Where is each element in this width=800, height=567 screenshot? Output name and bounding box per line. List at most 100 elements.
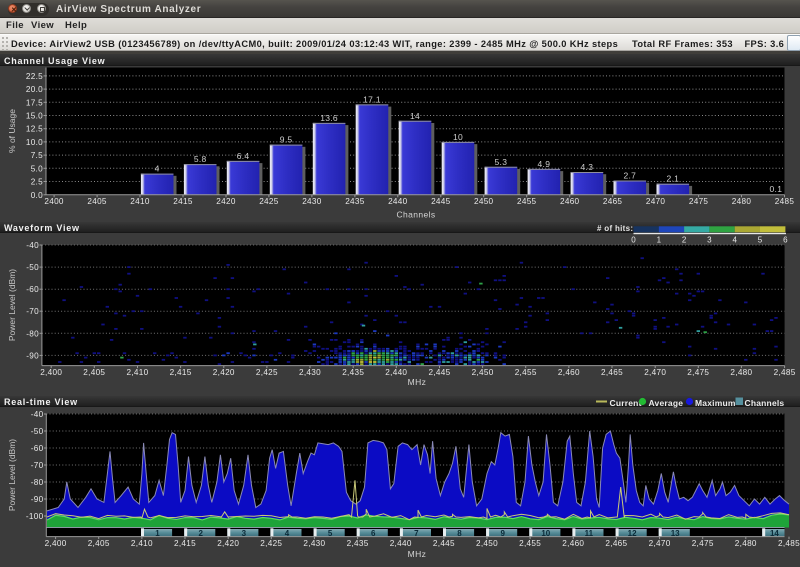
svg-text:MHz: MHz bbox=[408, 549, 427, 559]
svg-text:2435: 2435 bbox=[345, 197, 365, 206]
svg-text:-60: -60 bbox=[31, 444, 44, 453]
svg-text:2,405: 2,405 bbox=[83, 368, 105, 377]
svg-text:5.8: 5.8 bbox=[194, 154, 207, 164]
svg-text:-70: -70 bbox=[26, 307, 39, 316]
svg-text:2,405: 2,405 bbox=[88, 539, 110, 548]
svg-text:-50: -50 bbox=[31, 427, 44, 436]
svg-text:2470: 2470 bbox=[646, 197, 666, 206]
svg-text:2,470: 2,470 bbox=[644, 368, 666, 377]
svg-text:2475: 2475 bbox=[689, 197, 709, 206]
svg-text:2,455: 2,455 bbox=[519, 539, 541, 548]
svg-text:2,435: 2,435 bbox=[347, 539, 369, 548]
svg-text:2.5: 2.5 bbox=[31, 178, 43, 187]
svg-text:2445: 2445 bbox=[431, 197, 451, 206]
svg-text:2,425: 2,425 bbox=[256, 368, 278, 377]
svg-text:2,475: 2,475 bbox=[692, 539, 714, 548]
svg-text:-40: -40 bbox=[31, 410, 44, 419]
svg-text:0.0: 0.0 bbox=[31, 191, 43, 200]
svg-text:-70: -70 bbox=[31, 461, 44, 470]
svg-text:10.0: 10.0 bbox=[26, 138, 43, 147]
svg-text:2,470: 2,470 bbox=[649, 539, 671, 548]
svg-text:5: 5 bbox=[758, 236, 763, 245]
svg-text:2,415: 2,415 bbox=[170, 368, 192, 377]
svg-text:10: 10 bbox=[453, 132, 463, 142]
svg-text:13.6: 13.6 bbox=[320, 113, 338, 123]
svg-text:7.5: 7.5 bbox=[31, 151, 43, 160]
svg-text:2,450: 2,450 bbox=[476, 539, 498, 548]
svg-text:2,420: 2,420 bbox=[213, 368, 235, 377]
svg-text:0: 0 bbox=[631, 236, 636, 245]
svg-text:3: 3 bbox=[707, 236, 712, 245]
svg-text:Power Level (dBm): Power Level (dBm) bbox=[7, 269, 17, 341]
svg-text:2425: 2425 bbox=[259, 197, 279, 206]
svg-text:2,480: 2,480 bbox=[735, 539, 757, 548]
svg-text:2,410: 2,410 bbox=[131, 539, 153, 548]
svg-text:2,410: 2,410 bbox=[127, 368, 149, 377]
svg-text:2.1: 2.1 bbox=[666, 174, 679, 184]
svg-text:-40: -40 bbox=[26, 241, 39, 250]
svg-text:2: 2 bbox=[682, 236, 687, 245]
svg-text:2430: 2430 bbox=[302, 197, 322, 206]
svg-text:2465: 2465 bbox=[603, 197, 623, 206]
svg-text:2480: 2480 bbox=[732, 197, 752, 206]
svg-text:2,475: 2,475 bbox=[687, 368, 709, 377]
svg-text:6.4: 6.4 bbox=[237, 151, 250, 161]
svg-text:2,435: 2,435 bbox=[342, 368, 364, 377]
svg-text:2485: 2485 bbox=[775, 197, 795, 206]
svg-text:2,400: 2,400 bbox=[45, 539, 67, 548]
svg-text:-50: -50 bbox=[26, 263, 39, 272]
svg-text:5.0: 5.0 bbox=[31, 164, 43, 173]
svg-text:2,415: 2,415 bbox=[174, 539, 196, 548]
svg-text:4.9: 4.9 bbox=[538, 159, 551, 169]
svg-text:2440: 2440 bbox=[388, 197, 408, 206]
svg-text:22.5: 22.5 bbox=[26, 72, 43, 81]
svg-text:2,440: 2,440 bbox=[390, 539, 412, 548]
svg-text:-90: -90 bbox=[26, 351, 39, 360]
svg-text:2,430: 2,430 bbox=[299, 368, 321, 377]
svg-text:-80: -80 bbox=[26, 329, 39, 338]
svg-text:2.7: 2.7 bbox=[623, 171, 636, 181]
svg-text:MHz: MHz bbox=[408, 377, 427, 387]
svg-text:2450: 2450 bbox=[474, 197, 494, 206]
svg-text:2405: 2405 bbox=[87, 197, 107, 206]
svg-text:2,485: 2,485 bbox=[778, 539, 800, 548]
svg-text:2,465: 2,465 bbox=[605, 539, 627, 548]
svg-text:Power Level (dBm): Power Level (dBm) bbox=[7, 439, 17, 511]
svg-text:2,445: 2,445 bbox=[429, 368, 451, 377]
svg-text:17.1: 17.1 bbox=[363, 94, 381, 104]
svg-text:15.0: 15.0 bbox=[26, 112, 43, 121]
svg-text:14: 14 bbox=[410, 111, 420, 121]
svg-text:2,485: 2,485 bbox=[774, 368, 796, 377]
svg-text:2,425: 2,425 bbox=[260, 539, 282, 548]
svg-text:2,460: 2,460 bbox=[562, 539, 584, 548]
svg-text:4.3: 4.3 bbox=[581, 162, 594, 172]
svg-text:% of Usage: % of Usage bbox=[7, 109, 17, 153]
svg-text:20.0: 20.0 bbox=[26, 85, 43, 94]
svg-text:2,450: 2,450 bbox=[472, 368, 494, 377]
svg-text:2415: 2415 bbox=[173, 197, 193, 206]
svg-text:4: 4 bbox=[155, 164, 160, 174]
svg-text:2420: 2420 bbox=[216, 197, 236, 206]
svg-text:2410: 2410 bbox=[130, 197, 150, 206]
svg-text:5.3: 5.3 bbox=[495, 157, 508, 167]
svg-text:0.1: 0.1 bbox=[770, 184, 783, 194]
svg-text:-90: -90 bbox=[31, 495, 44, 504]
svg-text:Channels: Channels bbox=[396, 210, 435, 220]
svg-text:4: 4 bbox=[732, 236, 737, 245]
svg-text:-80: -80 bbox=[31, 478, 44, 487]
svg-text:2455: 2455 bbox=[517, 197, 537, 206]
svg-text:2460: 2460 bbox=[560, 197, 580, 206]
svg-text:2,440: 2,440 bbox=[385, 368, 407, 377]
svg-text:2,455: 2,455 bbox=[515, 368, 537, 377]
svg-text:1: 1 bbox=[657, 236, 662, 245]
svg-text:9.5: 9.5 bbox=[280, 135, 293, 145]
svg-text:2400: 2400 bbox=[44, 197, 64, 206]
svg-text:12.5: 12.5 bbox=[26, 125, 43, 134]
svg-text:2,420: 2,420 bbox=[217, 539, 239, 548]
svg-text:-60: -60 bbox=[26, 285, 39, 294]
svg-text:2,460: 2,460 bbox=[558, 368, 580, 377]
svg-text:2,430: 2,430 bbox=[303, 539, 325, 548]
svg-text:2,480: 2,480 bbox=[730, 368, 752, 377]
svg-text:2,400: 2,400 bbox=[40, 368, 62, 377]
svg-text:17.5: 17.5 bbox=[26, 98, 43, 107]
